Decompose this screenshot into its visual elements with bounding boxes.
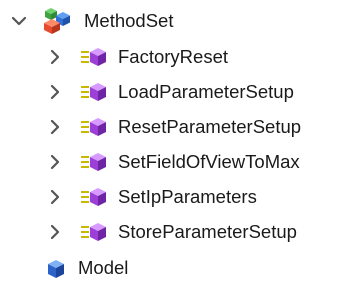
method-cube-icon xyxy=(81,48,106,66)
method-cube-icon xyxy=(81,118,106,136)
cubes-set-icon xyxy=(44,8,70,34)
chevron-right-icon[interactable] xyxy=(46,48,64,66)
tree-node-label: SetIpParameters xyxy=(118,186,257,207)
tree-node-methodset[interactable]: MethodSet xyxy=(0,4,362,38)
tree-node-label: ResetParameterSetup xyxy=(118,116,302,137)
method-cube-icon xyxy=(81,188,106,206)
tree-node-method[interactable]: SetFieldOfViewToMax xyxy=(0,145,362,179)
method-cube-icon xyxy=(81,83,106,101)
chevron-right-icon[interactable] xyxy=(46,83,64,101)
blue-cube-icon xyxy=(48,260,64,278)
tree-view: MethodSet FactoryReset LoadParameterSetu… xyxy=(0,0,362,285)
chevron-right-icon[interactable] xyxy=(46,188,64,206)
tree-node-model[interactable]: Model xyxy=(0,251,362,285)
tree-node-label: StoreParameterSetup xyxy=(118,221,297,242)
chevron-right-icon[interactable] xyxy=(46,153,64,171)
tree-node-label: MethodSet xyxy=(84,10,174,31)
tree-node-label: Model xyxy=(78,257,129,278)
tree-node-method[interactable]: LoadParameterSetup xyxy=(0,75,362,109)
tree-node-label: LoadParameterSetup xyxy=(118,81,294,102)
method-cube-icon xyxy=(81,153,106,171)
chevron-down-icon[interactable] xyxy=(10,12,28,30)
tree-node-label: FactoryReset xyxy=(118,46,229,67)
chevron-right-icon[interactable] xyxy=(46,223,64,241)
chevron-right-icon[interactable] xyxy=(46,118,64,136)
tree-node-method[interactable]: ResetParameterSetup xyxy=(0,110,362,144)
tree-node-method[interactable]: SetIpParameters xyxy=(0,180,362,214)
tree-node-method[interactable]: FactoryReset xyxy=(0,40,362,74)
tree-node-method[interactable]: StoreParameterSetup xyxy=(0,215,362,249)
tree-node-label: SetFieldOfViewToMax xyxy=(118,151,300,172)
method-cube-icon xyxy=(81,223,106,241)
